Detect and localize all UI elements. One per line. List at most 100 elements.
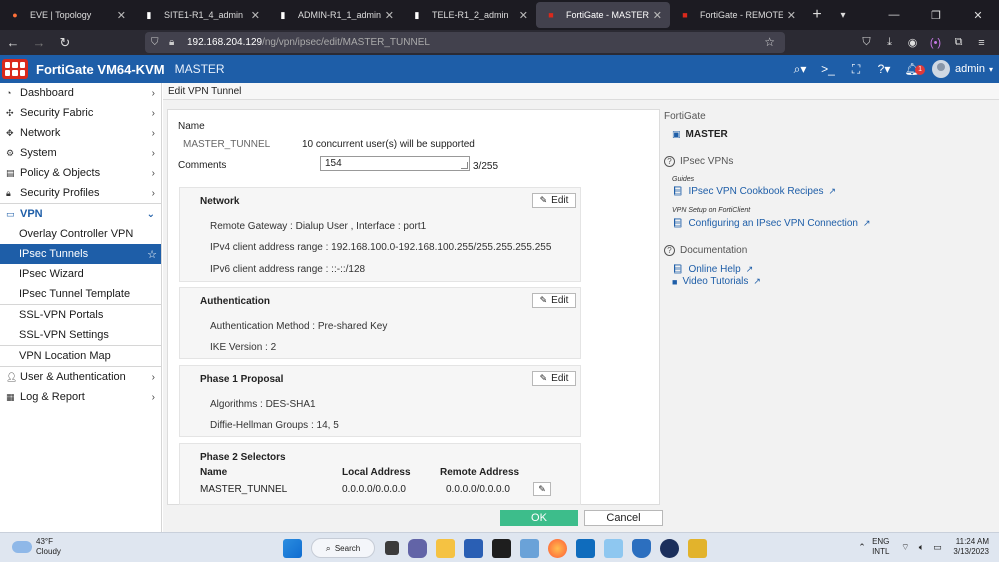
browser-tab-master[interactable]: ■ FortiGate - MASTER ✕ (536, 2, 670, 28)
comments-field[interactable]: 154 (320, 156, 470, 171)
edit-phase1-button[interactable]: ✎ Edit (532, 371, 576, 386)
clock[interactable]: 11:24 AM 3/13/2023 (953, 537, 989, 557)
shield-icon: ⛉ (151, 37, 159, 48)
speaker-icon[interactable]: 🔈︎ (915, 542, 927, 553)
browser-tab-site1[interactable]: ▮ SITE1-R1_4_admin ✕ (134, 2, 268, 28)
defender-icon[interactable] (632, 538, 651, 558)
outlook-icon[interactable] (576, 538, 595, 558)
forticlient-link[interactable]: 📘︎ Configuring an IPsec VPN Connection ↗ (672, 218, 871, 229)
cli-console-icon[interactable]: >_ (814, 62, 842, 76)
file-explorer-icon[interactable] (436, 538, 455, 558)
avatar[interactable] (932, 60, 951, 78)
edit-network-button[interactable]: ✎ Edit (532, 193, 576, 208)
device-icon: ▣ (672, 129, 681, 139)
search-icon[interactable]: ⌕▾ (786, 62, 814, 77)
back-icon[interactable]: ← (0, 35, 26, 50)
help-icon[interactable]: ?▾ (870, 62, 898, 76)
sidebar-item-ipsec-wizard[interactable]: IPsec Wizard (0, 264, 161, 284)
app-circle-icon[interactable] (660, 538, 679, 558)
bookmark-star-icon[interactable]: ☆ (764, 35, 775, 49)
ike-version-line: IKE Version : 2 (210, 342, 277, 353)
notepad-icon[interactable] (520, 538, 539, 558)
sidebar-item-security-profiles[interactable]: 🔒︎ Security Profiles › (0, 183, 161, 203)
account-icon[interactable]: ◉ (901, 36, 924, 49)
windows-start-icon[interactable] (283, 538, 302, 558)
edit-phase2-button[interactable]: ✎ (533, 482, 551, 496)
sidebar-item-ipsec-tunnels[interactable]: IPsec Tunnels ☆ (0, 244, 161, 264)
browser-tab-remote1[interactable]: ■ FortiGate - REMOTE1 ✕ (670, 2, 804, 28)
url-bar[interactable]: ⛉ 🔒︎ 192.168.204.129/ng/vpn/ipsec/edit/M… (145, 32, 785, 53)
ipv6-range-line: IPv6 client address range : ::-::/128 (210, 264, 366, 275)
reload-icon[interactable]: ↻ (52, 35, 78, 51)
sidebar-item-label: Network (20, 127, 61, 139)
weather-condition: Cloudy (36, 547, 61, 556)
sidebar-item-vpn-location-map[interactable]: VPN Location Map (0, 346, 161, 366)
edit-authentication-button[interactable]: ✎ Edit (532, 293, 576, 308)
close-icon[interactable]: ✕ (519, 9, 528, 22)
sidebar-item-ipsec-tunnel-template[interactable]: IPsec Tunnel Template (0, 284, 161, 304)
browser-tab-admin[interactable]: ▮ ADMIN-R1_1_admin ✕ (268, 2, 402, 28)
whiteboard-icon[interactable] (604, 538, 623, 558)
sidebar-item-security-fabric[interactable]: ✣ Security Fabric › (0, 103, 161, 123)
sidebar-item-dashboard[interactable]: ◔ Dashboard › (0, 83, 161, 103)
pocket-icon[interactable]: ⛉ (855, 36, 878, 49)
minimize-icon[interactable]: — (873, 9, 915, 21)
terminal-icon: ▮ (414, 9, 420, 20)
sidebar-item-network[interactable]: ✥ Network › (0, 123, 161, 143)
column-header-remote: Remote Address (440, 467, 520, 478)
forward-icon[interactable]: → (26, 35, 52, 50)
putty-icon[interactable] (688, 538, 707, 558)
task-view-icon[interactable] (385, 541, 399, 555)
info-panel: FortiGate ▣ MASTER ? IPsec VPNs Guides 📘︎ I… (664, 109, 894, 505)
favorite-star-icon[interactable]: ☆ (147, 248, 157, 261)
sidebar-item-vpn[interactable]: ▭ VPN ⌄ (0, 204, 161, 224)
sidebar-item-system[interactable]: ⚙ System › (0, 143, 161, 163)
cancel-button[interactable]: Cancel (584, 510, 663, 526)
fullscreen-icon[interactable]: ⛶ (842, 62, 870, 77)
chevron-up-icon[interactable]: ⌃ (856, 542, 868, 553)
terminal-icon[interactable] (492, 538, 511, 558)
cookbook-link-label: IPsec VPN Cookbook Recipes (688, 186, 824, 197)
extensions-puzzle-icon[interactable]: ⧉ (947, 36, 970, 49)
sidebar-item-policy-objects[interactable]: ▤ Policy & Objects › (0, 163, 161, 183)
teams-chat-icon[interactable] (408, 538, 427, 558)
wifi-icon[interactable]: ⌔ (899, 542, 911, 553)
restore-icon[interactable]: ❐ (915, 9, 957, 22)
chevron-down-icon[interactable]: ▾ (830, 10, 856, 21)
chevron-down-icon[interactable]: ▾ (989, 65, 993, 74)
language-indicator[interactable]: ENG INTL (872, 537, 889, 557)
video-tutorials-link[interactable]: ■ Video Tutorials ↗ (672, 276, 761, 287)
sidebar-item-log-report[interactable]: ▦ Log & Report › (0, 387, 161, 407)
sidebar-item-user-authentication[interactable]: 👤︎ User & Authentication › (0, 367, 161, 387)
bell-icon[interactable]: 🔔︎ 1 (898, 62, 926, 76)
close-icon[interactable]: ✕ (117, 9, 126, 22)
firefox-icon[interactable] (548, 538, 567, 558)
tab-label: FortiGate - REMOTE1 (700, 10, 783, 20)
firefox-icon: ● (12, 10, 18, 20)
battery-icon[interactable]: ▭ (931, 542, 943, 553)
dashboard-icon: ◔ (6, 88, 12, 98)
sidebar-item-overlay-controller-vpn[interactable]: Overlay Controller VPN (0, 224, 161, 244)
menu-icon[interactable]: ≡ (970, 37, 993, 49)
new-tab-icon[interactable]: + (804, 6, 830, 24)
window-close-icon[interactable]: ✕ (957, 9, 999, 22)
weather-widget[interactable]: 43°F Cloudy (12, 537, 61, 557)
book-icon: 📘︎ (672, 218, 684, 228)
taskbar-search[interactable]: ⌕ Search (311, 538, 375, 558)
close-icon[interactable]: ✕ (385, 9, 394, 22)
browser-tab-tele[interactable]: ▮ TELE-R1_2_admin ✕ (402, 2, 536, 28)
close-icon[interactable]: ✕ (653, 9, 662, 22)
browser-tab-eve[interactable]: ● EVE | Topology ✕ (0, 2, 134, 28)
user-menu[interactable]: admin (955, 63, 985, 75)
ok-button[interactable]: OK (500, 510, 578, 526)
store-icon[interactable] (464, 538, 483, 558)
online-help-link[interactable]: 📘︎ Online Help ↗ (672, 264, 753, 275)
cookbook-link[interactable]: 📘︎ IPsec VPN Cookbook Recipes ↗ (672, 186, 836, 197)
edit-label: Edit (551, 373, 569, 384)
close-icon[interactable]: ✕ (251, 9, 260, 22)
sidebar-item-ssl-vpn-settings[interactable]: SSL-VPN Settings (0, 325, 161, 345)
download-icon[interactable]: ⤓ (878, 36, 901, 49)
close-icon[interactable]: ✕ (787, 9, 796, 22)
sidebar-item-ssl-vpn-portals[interactable]: SSL-VPN Portals (0, 305, 161, 325)
extension-icon[interactable]: (•) (924, 37, 947, 49)
